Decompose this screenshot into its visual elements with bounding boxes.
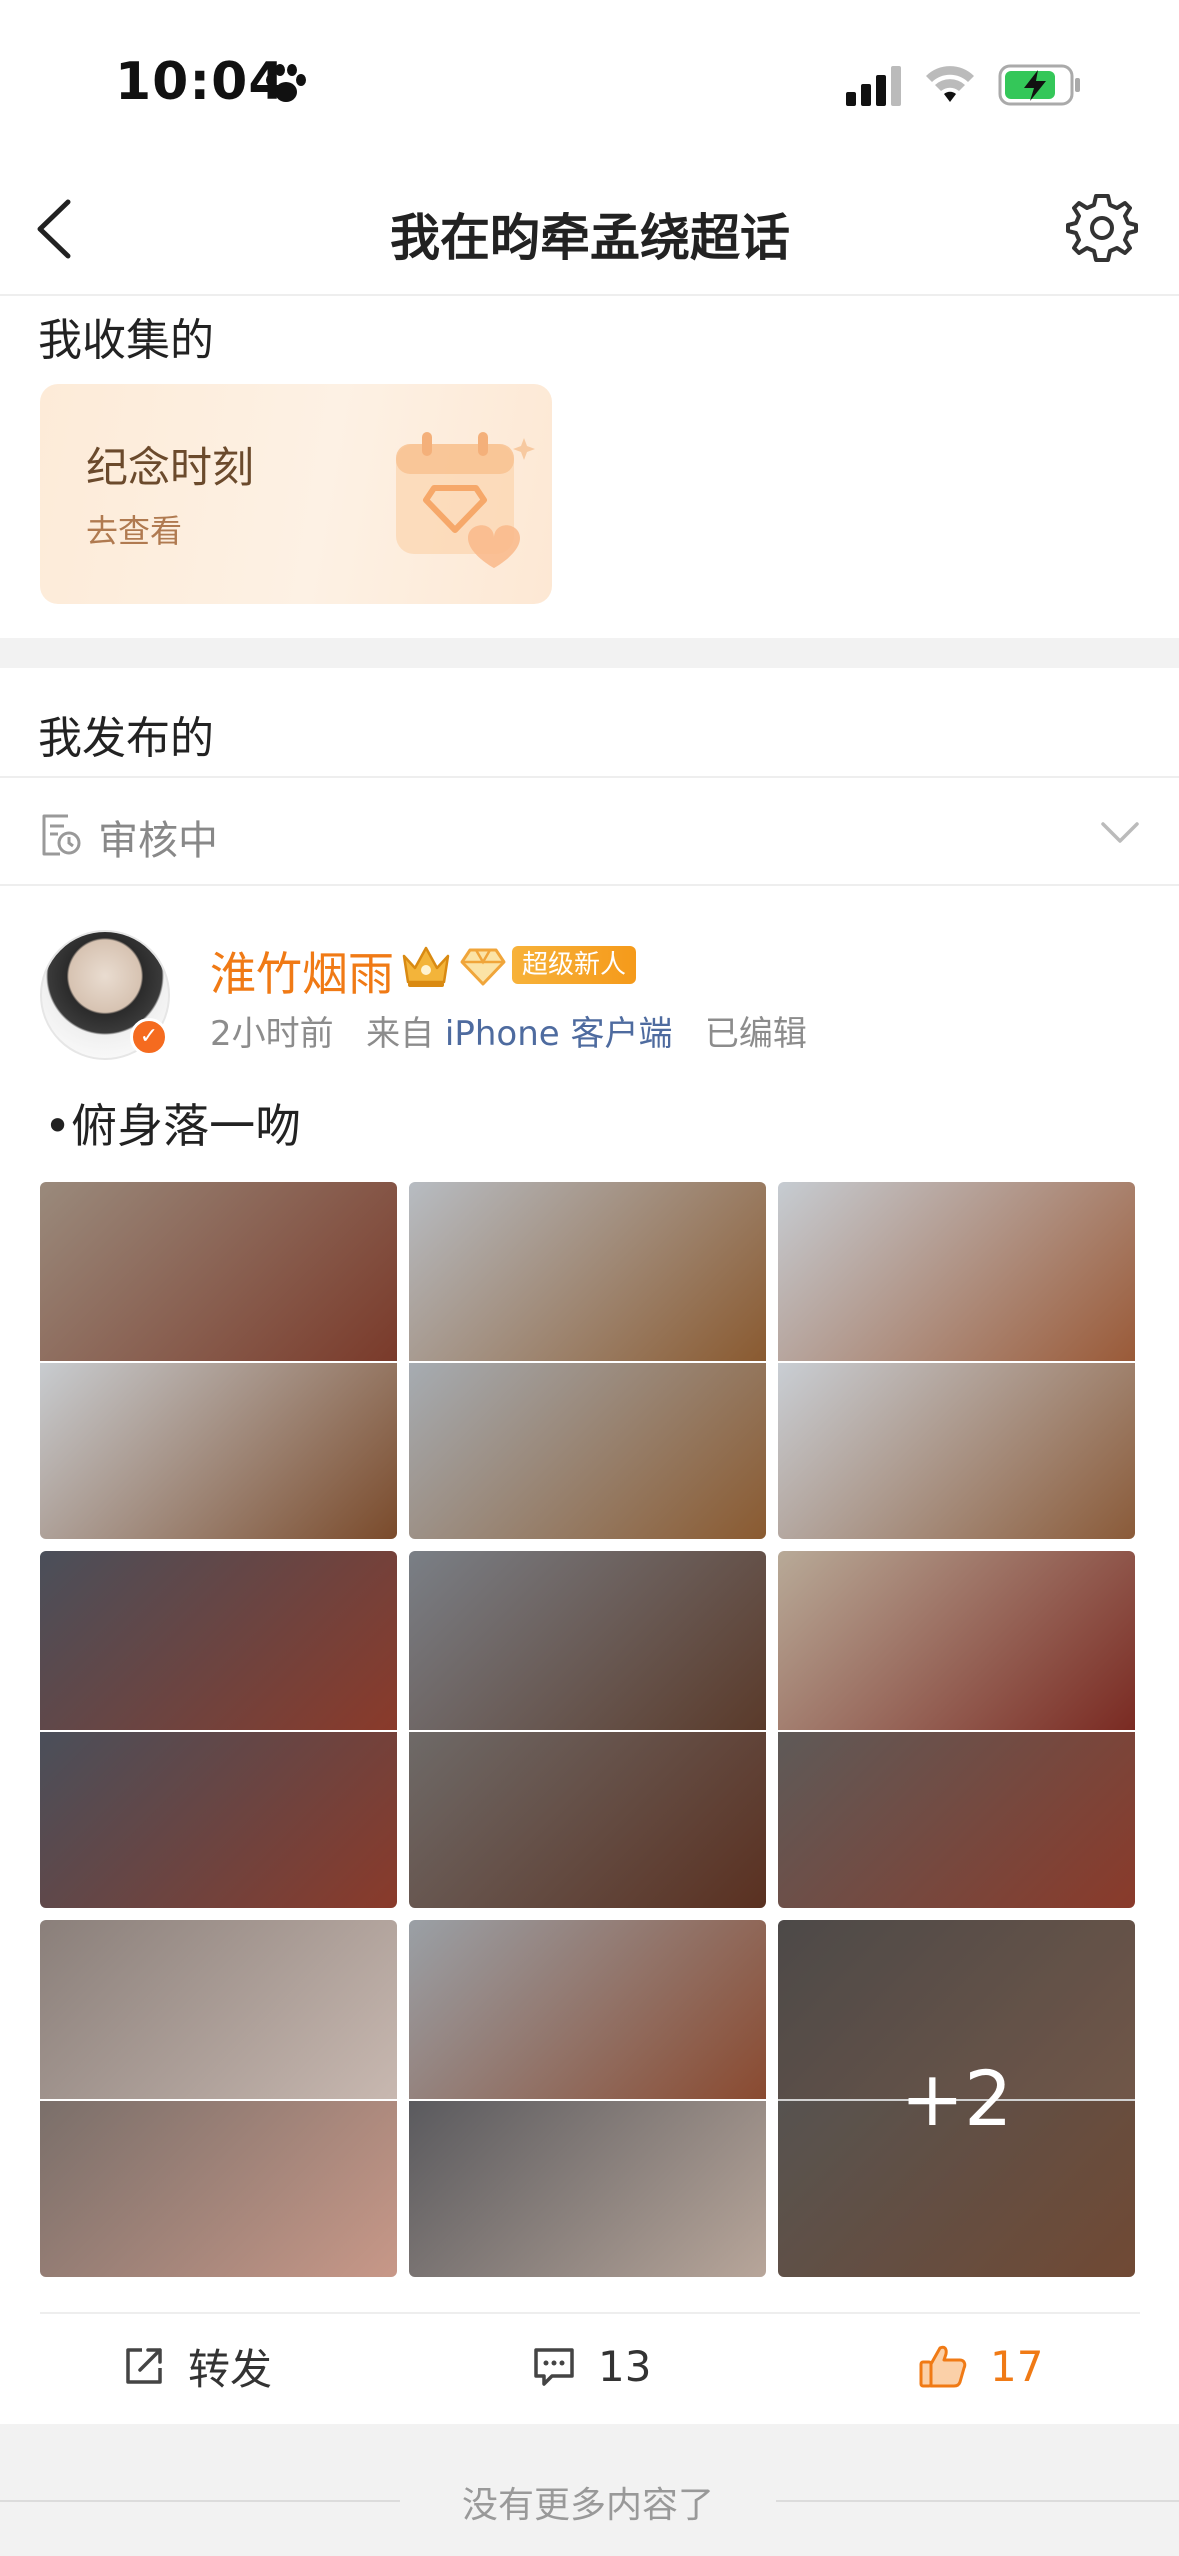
section-separator bbox=[0, 638, 1179, 668]
image-frame-top bbox=[409, 1551, 766, 1730]
thumbs-up-icon bbox=[919, 2345, 967, 2388]
image-frame-bottom bbox=[409, 1729, 766, 1908]
image-frame-bottom bbox=[778, 1360, 1135, 1539]
post-edited: 已编辑 bbox=[704, 1014, 807, 1054]
diamond-badge-icon bbox=[460, 948, 506, 986]
image-frame-top bbox=[409, 1920, 766, 2099]
post-image-thumbnail[interactable] bbox=[40, 1920, 397, 2277]
wifi-icon bbox=[926, 66, 974, 102]
like-button[interactable]: 17 bbox=[918, 2336, 1043, 2396]
post-source-prefix: 来自 bbox=[366, 1014, 435, 1054]
status-time: 10:04 bbox=[115, 52, 286, 112]
post-image-thumbnail[interactable] bbox=[40, 1182, 397, 1539]
published-section-label: 我发布的 bbox=[38, 713, 214, 764]
image-frame-top bbox=[40, 1551, 397, 1730]
repost-button[interactable]: 转发 bbox=[122, 2336, 272, 2396]
image-frame-top bbox=[409, 1182, 766, 1361]
post-image-thumbnail[interactable] bbox=[778, 1551, 1135, 1908]
footer-divider bbox=[0, 2500, 400, 2502]
battery-icon bbox=[998, 64, 1080, 106]
image-frame-top bbox=[40, 1920, 397, 2099]
repost-label: 转发 bbox=[188, 2344, 273, 2394]
image-frame-bottom bbox=[409, 1360, 766, 1539]
post-image-thumbnail[interactable]: +2 bbox=[778, 1920, 1135, 2277]
post-source[interactable]: iPhone 客户端 bbox=[445, 1014, 673, 1054]
back-icon[interactable] bbox=[32, 196, 76, 262]
post-time: 2小时前 bbox=[210, 1014, 334, 1054]
image-frame-top bbox=[778, 1551, 1135, 1730]
image-frame-bottom bbox=[409, 2098, 766, 2277]
post-image-thumbnail[interactable] bbox=[409, 1551, 766, 1908]
comment-count: 13 bbox=[598, 2341, 652, 2391]
repost-icon bbox=[126, 2348, 162, 2384]
post-meta: 2小时前 来自 iPhone 客户端 已编辑 bbox=[210, 1006, 807, 1055]
chevron-down-icon[interactable] bbox=[1100, 820, 1140, 846]
no-more-content-text: 没有更多内容了 bbox=[461, 2485, 714, 2526]
review-status-filter[interactable]: 审核中 bbox=[98, 808, 218, 866]
signal-icon bbox=[846, 66, 901, 106]
paw-icon bbox=[266, 64, 306, 102]
post-image-thumbnail[interactable] bbox=[40, 1551, 397, 1908]
post-image-thumbnail[interactable] bbox=[778, 1182, 1135, 1539]
image-frame-bottom bbox=[778, 1729, 1135, 1908]
crown-icon bbox=[402, 946, 450, 987]
collected-section-label: 我收集的 bbox=[38, 315, 214, 366]
review-clock-icon bbox=[42, 814, 81, 856]
post-text: •俯身落一吻 bbox=[44, 1099, 302, 1153]
comment-icon bbox=[534, 2348, 574, 2386]
post-image-thumbnail[interactable] bbox=[409, 1920, 766, 2277]
footer-divider bbox=[776, 2500, 1179, 2502]
post-username[interactable]: 淮竹烟雨 bbox=[210, 938, 394, 1004]
divider bbox=[0, 884, 1179, 886]
divider bbox=[0, 776, 1179, 778]
like-count: 17 bbox=[990, 2341, 1044, 2391]
calendar-icon bbox=[396, 432, 535, 568]
image-frame-top bbox=[40, 1182, 397, 1361]
image-frame-bottom bbox=[40, 2098, 397, 2277]
gear-icon[interactable] bbox=[1066, 192, 1138, 264]
verified-badge-icon: ✓ bbox=[130, 1018, 168, 1056]
image-frame-top bbox=[778, 1182, 1135, 1361]
page-title: 我在昀牵孟绕超话 bbox=[390, 209, 790, 267]
post-image-thumbnail[interactable] bbox=[409, 1182, 766, 1539]
comment-button[interactable]: 13 bbox=[532, 2336, 651, 2396]
image-grid: +2 bbox=[40, 1182, 1136, 2278]
memorial-card-title: 纪念时刻 bbox=[86, 443, 255, 492]
image-frame-bottom bbox=[40, 1729, 397, 1908]
divider bbox=[40, 2312, 1140, 2314]
user-tag-badge: 超级新人 bbox=[512, 946, 637, 984]
memorial-card-action[interactable]: 去查看 bbox=[86, 506, 182, 552]
more-images-count: +2 bbox=[778, 1920, 1135, 2277]
image-frame-bottom bbox=[40, 1360, 397, 1539]
